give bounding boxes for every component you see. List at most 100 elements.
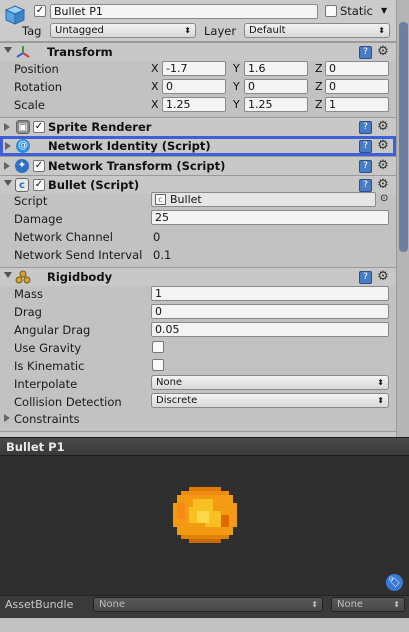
assetbundle-bar: AssetBundle None ⬍ None ⬍ — [0, 595, 409, 632]
use-gravity-checkbox[interactable] — [152, 341, 164, 353]
network-identity-header[interactable]: @ Network Identity (Script) ? ⚙ — [0, 136, 396, 156]
help-icon[interactable]: ? — [359, 46, 372, 59]
damage-field[interactable]: 25 — [151, 210, 389, 225]
script-object-field[interactable]: c Bullet — [151, 192, 376, 207]
network-transform-title: Network Transform (Script) — [48, 159, 226, 173]
axis-x-label: X — [151, 98, 159, 111]
drag-label: Drag — [14, 305, 42, 319]
bottom-strip — [0, 618, 409, 632]
bullet-enabled-checkbox[interactable]: ✓ — [33, 179, 45, 191]
scale-z-field[interactable]: 1 — [325, 97, 389, 112]
sprite-renderer-enabled-checkbox[interactable]: ✓ — [33, 121, 45, 133]
preview-title-bar[interactable]: Bullet P1 — [0, 438, 409, 456]
object-picker-icon[interactable]: ⊙ — [380, 193, 388, 204]
assetbundle-name-dropdown[interactable]: None ⬍ — [93, 597, 323, 612]
drag-field[interactable]: 0 — [151, 304, 389, 319]
network-transform-enabled-checkbox[interactable]: ✓ — [33, 160, 45, 172]
object-name-field[interactable]: Bullet P1 — [50, 4, 318, 19]
network-transform-icon: ✦ — [15, 159, 29, 173]
help-icon[interactable]: ? — [359, 271, 372, 284]
constraints-label[interactable]: Constraints — [14, 412, 80, 426]
rotation-y-field[interactable]: 0 — [244, 79, 308, 94]
foldout-arrow-icon[interactable] — [4, 180, 12, 186]
tag-dropdown[interactable]: Untagged ⬍ — [50, 23, 196, 38]
gameobject-cube-icon — [4, 4, 26, 26]
scale-x-field[interactable]: 1.25 — [162, 97, 226, 112]
transform-title: Transform — [47, 45, 113, 59]
position-label: Position — [14, 62, 59, 76]
network-channel-value: 0 — [153, 230, 161, 244]
chevron-down-icon: ⬍ — [393, 600, 400, 609]
is-kinematic-checkbox[interactable] — [152, 359, 164, 371]
assetbundle-variant-value: None — [337, 599, 364, 610]
rigidbody-header[interactable]: Rigidbody ? ⚙ — [0, 267, 396, 286]
foldout-arrow-icon[interactable] — [5, 142, 11, 150]
gear-icon[interactable]: ⚙ — [376, 159, 390, 173]
tag-value: Untagged — [55, 25, 104, 36]
interpolate-dropdown[interactable]: None ⬍ — [151, 375, 389, 390]
foldout-arrow-icon[interactable] — [4, 47, 12, 53]
constraints-foldout-arrow-icon[interactable] — [4, 414, 10, 422]
help-icon[interactable]: ? — [359, 140, 372, 153]
sprite-renderer-header[interactable]: ▣ ✓ Sprite Renderer ? ⚙ — [0, 117, 396, 136]
script-value: Bullet — [170, 193, 202, 206]
mass-field[interactable]: 1 — [151, 286, 389, 301]
gear-icon[interactable]: ⚙ — [376, 178, 390, 192]
interpolate-label: Interpolate — [14, 377, 78, 391]
active-checkbox[interactable]: ✓ — [34, 5, 46, 17]
network-send-interval-label: Network Send Interval — [14, 248, 143, 262]
foldout-arrow-icon[interactable] — [4, 162, 10, 170]
axis-x-label: X — [151, 62, 159, 75]
network-identity-icon: @ — [16, 139, 30, 153]
static-label: Static — [340, 4, 373, 18]
gear-icon[interactable]: ⚙ — [376, 139, 390, 153]
axis-z-label: Z — [315, 98, 323, 111]
assetbundle-name-value: None — [99, 599, 126, 610]
transform-header[interactable]: Transform ? ⚙ — [0, 42, 396, 61]
foldout-arrow-icon[interactable] — [4, 272, 12, 278]
layer-value: Default — [249, 25, 286, 36]
network-transform-header[interactable]: ✦ ✓ Network Transform (Script) ? ⚙ — [0, 156, 396, 175]
asset-label-icon[interactable]: 🏷 — [386, 574, 403, 591]
preview-title: Bullet P1 — [6, 440, 65, 454]
position-z-field[interactable]: 0 — [325, 61, 389, 76]
rotation-x-field[interactable]: 0 — [162, 79, 226, 94]
position-x-field[interactable]: -1.7 — [162, 61, 226, 76]
axis-z-label: Z — [315, 62, 323, 75]
scale-y-field[interactable]: 1.25 — [244, 97, 308, 112]
help-icon[interactable]: ? — [359, 160, 372, 173]
is-kinematic-label: Is Kinematic — [14, 359, 85, 373]
gear-icon[interactable]: ⚙ — [376, 120, 390, 134]
position-y-field[interactable]: 1.6 — [244, 61, 308, 76]
collision-detection-dropdown[interactable]: Discrete ⬍ — [151, 393, 389, 408]
static-dropdown-arrow[interactable]: ▼ — [381, 6, 387, 15]
chevron-down-icon: ⬍ — [377, 396, 384, 405]
help-icon[interactable]: ? — [359, 121, 372, 134]
assetbundle-label: AssetBundle — [5, 598, 74, 611]
script-file-icon: c — [155, 194, 166, 205]
rigidbody-title: Rigidbody — [47, 270, 113, 284]
use-gravity-label: Use Gravity — [14, 341, 82, 355]
static-checkbox[interactable] — [325, 5, 337, 17]
mass-label: Mass — [14, 287, 43, 301]
gear-icon[interactable]: ⚙ — [376, 270, 390, 284]
script-label: Script — [14, 194, 48, 208]
preview-panel: Bullet P1 🏷 — [0, 437, 409, 595]
assetbundle-variant-dropdown[interactable]: None ⬍ — [331, 597, 405, 612]
angular-drag-label: Angular Drag — [14, 323, 91, 337]
axis-y-label: Y — [233, 62, 240, 75]
inspector-scrollbar[interactable] — [396, 0, 409, 437]
foldout-arrow-icon[interactable] — [4, 123, 10, 131]
gear-icon[interactable]: ⚙ — [376, 45, 390, 59]
collision-detection-label: Collision Detection — [14, 395, 122, 409]
axis-y-label: Y — [233, 98, 240, 111]
angular-drag-field[interactable]: 0.05 — [151, 322, 389, 337]
rigidbody-icon — [15, 270, 31, 284]
sprite-renderer-icon: ▣ — [16, 120, 30, 134]
rotation-z-field[interactable]: 0 — [325, 79, 389, 94]
layer-dropdown[interactable]: Default ⬍ — [244, 23, 390, 38]
help-icon[interactable]: ? — [359, 179, 372, 192]
damage-label: Damage — [14, 212, 63, 226]
rotation-label: Rotation — [14, 80, 63, 94]
scrollbar-thumb[interactable] — [399, 22, 408, 252]
